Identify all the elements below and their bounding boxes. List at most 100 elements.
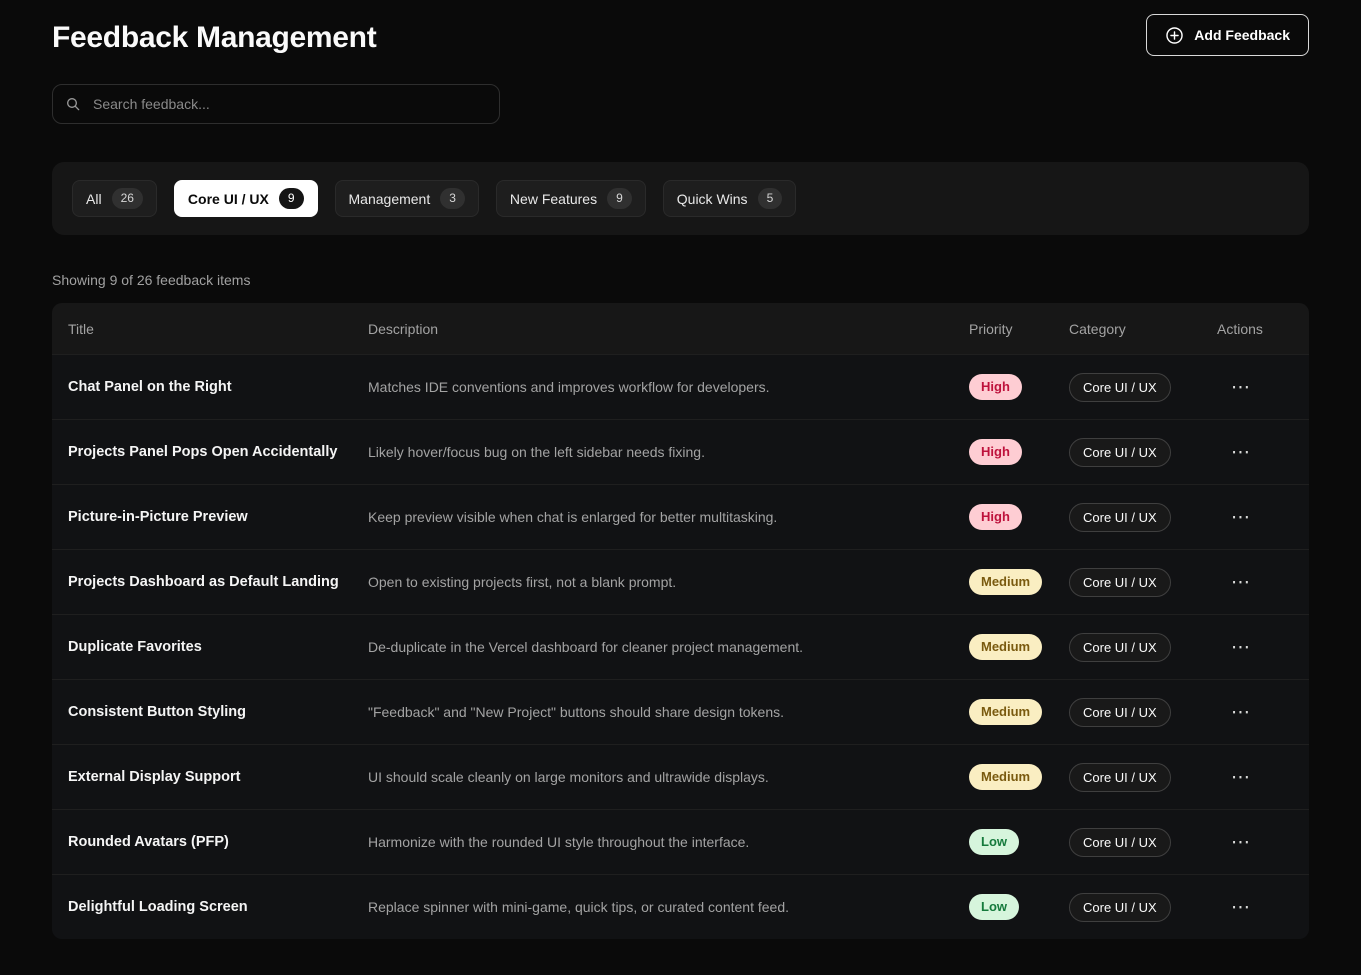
filter-tab-core-ui-ux[interactable]: Core UI / UX9 <box>174 180 318 217</box>
filter-tab-label: New Features <box>510 191 597 207</box>
priority-badge: High <box>969 504 1022 530</box>
filter-tab-count-badge: 9 <box>607 188 632 208</box>
filter-tab-all[interactable]: All 26 <box>72 180 157 217</box>
row-title: Chat Panel on the Right <box>68 379 368 395</box>
row-actions-button[interactable]: ⋯ <box>1225 892 1256 923</box>
column-header-category: Category <box>1069 321 1217 337</box>
filter-tab-new-features[interactable]: New Features 9 <box>496 180 646 217</box>
actions-cell: ⋯ <box>1217 437 1293 468</box>
column-header-priority: Priority <box>969 321 1069 337</box>
category-cell: Core UI / UX <box>1069 828 1217 857</box>
filter-tab-count-badge: 26 <box>112 188 143 208</box>
row-description: UI should scale cleanly on large monitor… <box>368 769 969 785</box>
priority-cell: Medium <box>969 764 1069 790</box>
filter-tab-count-badge: 3 <box>440 188 465 208</box>
row-actions-button[interactable]: ⋯ <box>1225 372 1256 403</box>
actions-cell: ⋯ <box>1217 632 1293 663</box>
table-header-row: Title Description Priority Category Acti… <box>52 303 1309 354</box>
ellipsis-icon: ⋯ <box>1231 441 1250 463</box>
row-description: "Feedback" and "New Project" buttons sho… <box>368 704 969 720</box>
row-description: De-duplicate in the Vercel dashboard for… <box>368 639 969 655</box>
ellipsis-icon: ⋯ <box>1231 831 1250 853</box>
priority-badge: High <box>969 374 1022 400</box>
row-actions-button[interactable]: ⋯ <box>1225 502 1256 533</box>
priority-cell: Medium <box>969 699 1069 725</box>
row-title: Rounded Avatars (PFP) <box>68 834 368 850</box>
category-cell: Core UI / UX <box>1069 438 1217 467</box>
table-body: Chat Panel on the RightMatches IDE conve… <box>52 354 1309 939</box>
row-title: Projects Panel Pops Open Accidentally <box>68 444 368 460</box>
row-actions-button[interactable]: ⋯ <box>1225 632 1256 663</box>
priority-badge: Low <box>969 829 1019 855</box>
category-badge: Core UI / UX <box>1069 893 1171 922</box>
row-description: Matches IDE conventions and improves wor… <box>368 379 969 395</box>
row-title: External Display Support <box>68 769 368 785</box>
row-title: Projects Dashboard as Default Landing <box>68 574 368 590</box>
filter-tab-quick-wins[interactable]: Quick Wins 5 <box>663 180 796 217</box>
priority-badge: Low <box>969 894 1019 920</box>
add-feedback-label: Add Feedback <box>1194 27 1290 43</box>
table-row: Duplicate FavoritesDe-duplicate in the V… <box>52 614 1309 679</box>
feedback-management-page: Feedback Management Add Feedback All 26 Co… <box>0 0 1361 939</box>
row-description: Replace spinner with mini-game, quick ti… <box>368 899 969 915</box>
table-row: External Display SupportUI should scale … <box>52 744 1309 809</box>
filter-bar: All 26 Core UI / UX9 Management 3 New Feature… <box>52 162 1309 235</box>
category-badge: Core UI / UX <box>1069 438 1171 467</box>
category-badge: Core UI / UX <box>1069 698 1171 727</box>
page-title: Feedback Management <box>52 21 376 55</box>
table-row: Projects Dashboard as Default LandingOpe… <box>52 549 1309 614</box>
table-row: Delightful Loading ScreenReplace spinner… <box>52 874 1309 939</box>
priority-badge: Medium <box>969 764 1042 790</box>
ellipsis-icon: ⋯ <box>1231 896 1250 918</box>
category-cell: Core UI / UX <box>1069 633 1217 662</box>
table-row: Projects Panel Pops Open AccidentallyLik… <box>52 419 1309 484</box>
actions-cell: ⋯ <box>1217 502 1293 533</box>
priority-cell: Low <box>969 829 1069 855</box>
actions-cell: ⋯ <box>1217 827 1293 858</box>
row-actions-button[interactable]: ⋯ <box>1225 827 1256 858</box>
filter-tab-label: Quick Wins <box>677 191 748 207</box>
search-container <box>52 84 500 124</box>
category-badge: Core UI / UX <box>1069 373 1171 402</box>
priority-cell: High <box>969 504 1069 530</box>
category-badge: Core UI / UX <box>1069 763 1171 792</box>
row-description: Open to existing projects first, not a b… <box>368 574 969 590</box>
priority-badge: Medium <box>969 569 1042 595</box>
search-input[interactable] <box>52 84 500 124</box>
add-feedback-button[interactable]: Add Feedback <box>1146 14 1309 56</box>
filter-tab-label: All <box>86 191 102 207</box>
priority-cell: Medium <box>969 569 1069 595</box>
row-description: Harmonize with the rounded UI style thro… <box>368 834 969 850</box>
column-header-title: Title <box>68 321 368 337</box>
row-description: Likely hover/focus bug on the left sideb… <box>368 444 969 460</box>
row-actions-button[interactable]: ⋯ <box>1225 437 1256 468</box>
row-title: Duplicate Favorites <box>68 639 368 655</box>
priority-cell: High <box>969 374 1069 400</box>
table-row: Chat Panel on the RightMatches IDE conve… <box>52 354 1309 419</box>
filter-tab-management[interactable]: Management 3 <box>335 180 479 217</box>
category-cell: Core UI / UX <box>1069 503 1217 532</box>
row-actions-button[interactable]: ⋯ <box>1225 697 1256 728</box>
priority-badge: Medium <box>969 634 1042 660</box>
category-cell: Core UI / UX <box>1069 893 1217 922</box>
ellipsis-icon: ⋯ <box>1231 571 1250 593</box>
row-actions-button[interactable]: ⋯ <box>1225 567 1256 598</box>
priority-badge: Medium <box>969 699 1042 725</box>
results-count: Showing 9 of 26 feedback items <box>52 272 1309 288</box>
category-cell: Core UI / UX <box>1069 763 1217 792</box>
priority-cell: Low <box>969 894 1069 920</box>
category-badge: Core UI / UX <box>1069 633 1171 662</box>
actions-cell: ⋯ <box>1217 762 1293 793</box>
plus-circle-icon <box>1165 26 1184 45</box>
ellipsis-icon: ⋯ <box>1231 376 1250 398</box>
actions-cell: ⋯ <box>1217 372 1293 403</box>
priority-badge: High <box>969 439 1022 465</box>
category-cell: Core UI / UX <box>1069 568 1217 597</box>
filter-tab-count-badge: 9 <box>279 188 304 208</box>
category-badge: Core UI / UX <box>1069 503 1171 532</box>
category-badge: Core UI / UX <box>1069 828 1171 857</box>
row-actions-button[interactable]: ⋯ <box>1225 762 1256 793</box>
filter-tab-label: Management <box>349 191 431 207</box>
filter-tab-count-badge: 5 <box>758 188 783 208</box>
actions-cell: ⋯ <box>1217 567 1293 598</box>
